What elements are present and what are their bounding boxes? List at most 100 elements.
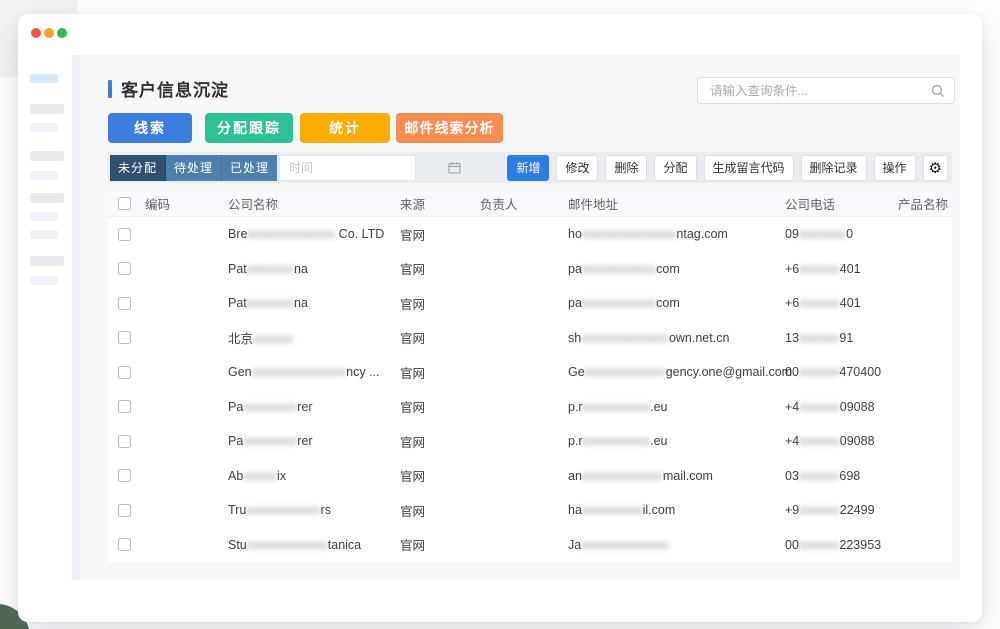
cell-company: Patxxxxxxxna — [221, 296, 393, 310]
table-row: Stuxxxxxxxxxxxxtanica官网Jaxxxxxxxxxxxxx00… — [108, 528, 952, 563]
cell-source: 官网 — [393, 363, 473, 382]
search-icon — [931, 84, 945, 98]
table-row: Patxxxxxxxna官网paxxxxxxxxxxxcom+6xxxxxx40… — [108, 286, 952, 321]
cell-phone: +4xxxxxx09088 — [778, 434, 891, 448]
action-button-5[interactable]: 生成留言代码 — [704, 155, 794, 181]
table-row: Brexxxxxxxxxxxxx Co. LTD官网 hoxxxxxxxxxxxx… — [108, 217, 952, 252]
row-checkbox[interactable] — [118, 331, 131, 344]
table-header-row: 编码公司名称来源负责人邮件地址公司电话产品名称 — [108, 190, 952, 217]
tab-1[interactable]: 线索 — [108, 113, 192, 143]
cell-phone: +6xxxxxx401 — [778, 296, 891, 310]
sidebar-skeleton-bar — [30, 276, 58, 285]
action-button-2[interactable]: 修改 — [556, 155, 598, 181]
cell-phone: 13xxxxxx91 — [778, 331, 891, 345]
gear-icon[interactable]: ⚙︎ — [923, 155, 948, 181]
action-buttons: 新增修改删除分配生成留言代码删除记录操作 ⚙︎ — [507, 155, 952, 181]
search-input[interactable] — [698, 84, 931, 98]
table-row: 北京xxxxxx官网shxxxxxxxxxxxxxown.net.cn13xxx… — [108, 321, 952, 356]
cell-phone: 03xxxxxx698 — [778, 469, 891, 483]
minimize-window-button[interactable] — [44, 28, 54, 38]
action-button-6[interactable]: 删除记录 — [801, 155, 867, 181]
cell-email: paxxxxxxxxxxxcom — [561, 296, 778, 310]
table-row: Paxxxxxxxxrer官网p.rxxxxxxxxxx.eu+4xxxxxx0… — [108, 390, 952, 425]
column-header-7: 产品名称 — [891, 194, 952, 213]
cell-company: Brexxxxxxxxxxxxx Co. LTD — [221, 227, 393, 241]
cell-company: Paxxxxxxxxrer — [221, 434, 393, 448]
select-all-checkbox[interactable] — [118, 197, 131, 210]
cell-company: Stuxxxxxxxxxxxxtanica — [221, 538, 393, 552]
sidebar-skeleton-bar — [30, 171, 58, 180]
column-header-2: 公司名称 — [221, 194, 393, 213]
row-checkbox[interactable] — [118, 469, 131, 482]
row-checkbox[interactable] — [118, 228, 131, 241]
screen: 客户信息沉淀 线索分配跟踪统计邮件线索分析 未分配待处理已处理 — [0, 0, 1000, 629]
cell-company: Genxxxxxxxxxxxxxxncy ... — [221, 365, 393, 379]
cell-source: 官网 — [393, 259, 473, 278]
cell-phone: +6xxxxxx401 — [778, 262, 891, 276]
page-title: 客户信息沉淀 — [121, 76, 229, 101]
sidebar-skeleton-bar — [30, 104, 64, 114]
row-checkbox-cell — [108, 331, 138, 344]
search-box — [697, 77, 955, 104]
calendar-icon — [448, 161, 461, 174]
tab-4[interactable]: 邮件线索分析 — [396, 113, 503, 143]
row-checkbox[interactable] — [118, 400, 131, 413]
sidebar-skeleton-bar — [30, 193, 64, 203]
column-header-6: 公司电话 — [778, 194, 891, 213]
cell-email: p.rxxxxxxxxxx.eu — [561, 400, 778, 414]
row-checkbox[interactable] — [118, 435, 131, 448]
cell-source: 官网 — [393, 535, 473, 554]
cell-source: 官网 — [393, 466, 473, 485]
segment-1[interactable]: 未分配 — [110, 155, 166, 181]
main-panel: 客户信息沉淀 线索分配跟踪统计邮件线索分析 未分配待处理已处理 — [72, 55, 960, 580]
cell-source: 官网 — [393, 328, 473, 347]
sidebar-skeleton — [30, 70, 66, 285]
time-filter-input[interactable] — [280, 161, 448, 175]
cell-source: 官网 — [393, 432, 473, 451]
cell-email: haxxxxxxxxxil.com — [561, 503, 778, 517]
action-button-7[interactable]: 操作 — [874, 155, 916, 181]
cell-company: Paxxxxxxxxrer — [221, 400, 393, 414]
row-checkbox-cell — [108, 538, 138, 551]
app-window: 客户信息沉淀 线索分配跟踪统计邮件线索分析 未分配待处理已处理 — [18, 14, 982, 622]
table-row: Patxxxxxxxna官网paxxxxxxxxxxxcom+6xxxxxx40… — [108, 252, 952, 287]
row-checkbox[interactable] — [118, 504, 131, 517]
row-checkbox[interactable] — [118, 297, 131, 310]
row-checkbox[interactable] — [118, 262, 131, 275]
column-header-1: 编码 — [138, 194, 221, 213]
table-row: Paxxxxxxxxrer官网 p.rxxxxxxxxxx.eu+4xxxxxx0… — [108, 424, 952, 459]
cell-source: 官网 — [393, 397, 473, 416]
sidebar-skeleton-bar — [30, 256, 64, 266]
title-accent-bar — [108, 80, 112, 98]
row-checkbox[interactable] — [118, 538, 131, 551]
panel-gutter — [72, 55, 80, 580]
tabs: 线索分配跟踪统计邮件线索分析 — [108, 113, 503, 143]
action-button-4[interactable]: 分配 — [654, 155, 696, 181]
filter-toolbar: 未分配待处理已处理 新增修改删除分配生成留言代码删除记录操作 ⚙︎ — [108, 152, 952, 183]
tab-3[interactable]: 统计 — [300, 113, 390, 143]
traffic-lights — [31, 28, 67, 38]
segment-2[interactable]: 待处理 — [166, 155, 222, 181]
segment-3[interactable]: 已处理 — [222, 155, 277, 181]
row-checkbox-cell — [108, 297, 138, 310]
column-header-4: 负责人 — [473, 194, 561, 213]
cell-email: hoxxxxxxxxxxxxxxntag.com — [561, 227, 778, 241]
column-header-3: 来源 — [393, 194, 473, 213]
cell-email: p.rxxxxxxxxxx.eu — [561, 434, 778, 448]
title-row: 客户信息沉淀 — [108, 76, 229, 101]
zoom-window-button[interactable] — [57, 28, 67, 38]
action-button-3[interactable]: 删除 — [605, 155, 647, 181]
cell-phone: +9xxxxxx22499 — [778, 503, 891, 517]
close-window-button[interactable] — [31, 28, 41, 38]
cell-email: shxxxxxxxxxxxxxown.net.cn — [561, 331, 778, 345]
tab-2[interactable]: 分配跟踪 — [205, 113, 293, 143]
action-button-1[interactable]: 新增 — [507, 155, 549, 181]
cell-source: 官网 — [393, 225, 473, 244]
table-row: Abxxxxxix官网anxxxxxxxxxxxxmail.com03xxxxx… — [108, 459, 952, 494]
table-body: Brexxxxxxxxxxxxx Co. LTD官网hoxxxxxxxxxxxx… — [108, 217, 952, 562]
row-checkbox[interactable] — [118, 366, 131, 379]
cell-company: Patxxxxxxxna — [221, 262, 393, 276]
header-checkbox-cell — [108, 197, 138, 210]
table-row: Truxxxxxxxxxxxrs官网haxxxxxxxxxil.com+9xxx… — [108, 493, 952, 528]
row-checkbox-cell — [108, 400, 138, 413]
